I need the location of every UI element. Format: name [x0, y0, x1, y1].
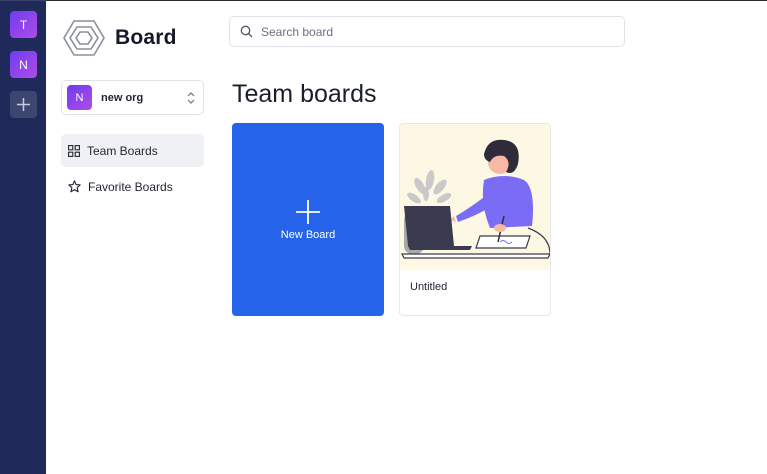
org-initial: N [19, 57, 28, 72]
chevron-up-down-icon [187, 92, 195, 104]
org-name: new org [101, 91, 144, 104]
logo-text: Board [115, 26, 177, 49]
grid-icon [68, 144, 80, 157]
org-avatar-initial: N [75, 91, 84, 104]
org-switch-n[interactable]: N [10, 51, 37, 78]
board-title: Untitled [410, 281, 448, 293]
org-initial: T [19, 17, 28, 32]
plus-icon [17, 98, 30, 111]
plus-icon [296, 199, 320, 224]
window-top-border [46, 0, 767, 1]
sidebar-item-favorite-boards[interactable]: Favorite Boards [61, 170, 204, 203]
search-input[interactable] [261, 24, 601, 39]
sidebar-item-label: Favorite Boards [88, 179, 173, 194]
app-logo[interactable]: Board [63, 19, 177, 57]
add-org-button[interactable] [10, 91, 37, 118]
search-icon [240, 25, 253, 38]
new-board-label: New Board [280, 228, 336, 241]
person-at-laptop-illustration [401, 139, 550, 259]
org-switch-t[interactable]: T [10, 11, 37, 38]
org-rail: T N [0, 0, 46, 474]
page-title: Team boards [232, 80, 377, 108]
hexagon-logo-icon [63, 20, 105, 56]
search-bar[interactable] [229, 16, 625, 47]
star-icon [68, 180, 81, 193]
board-thumbnail [400, 124, 550, 270]
new-board-button[interactable]: New Board [232, 123, 384, 316]
sidebar-item-label: Team Boards [87, 143, 158, 158]
org-selector[interactable]: N new org [61, 80, 204, 115]
sidebar-item-team-boards[interactable]: Team Boards [61, 134, 204, 167]
board-card[interactable]: Untitled [399, 123, 551, 316]
org-avatar: N [67, 85, 92, 110]
